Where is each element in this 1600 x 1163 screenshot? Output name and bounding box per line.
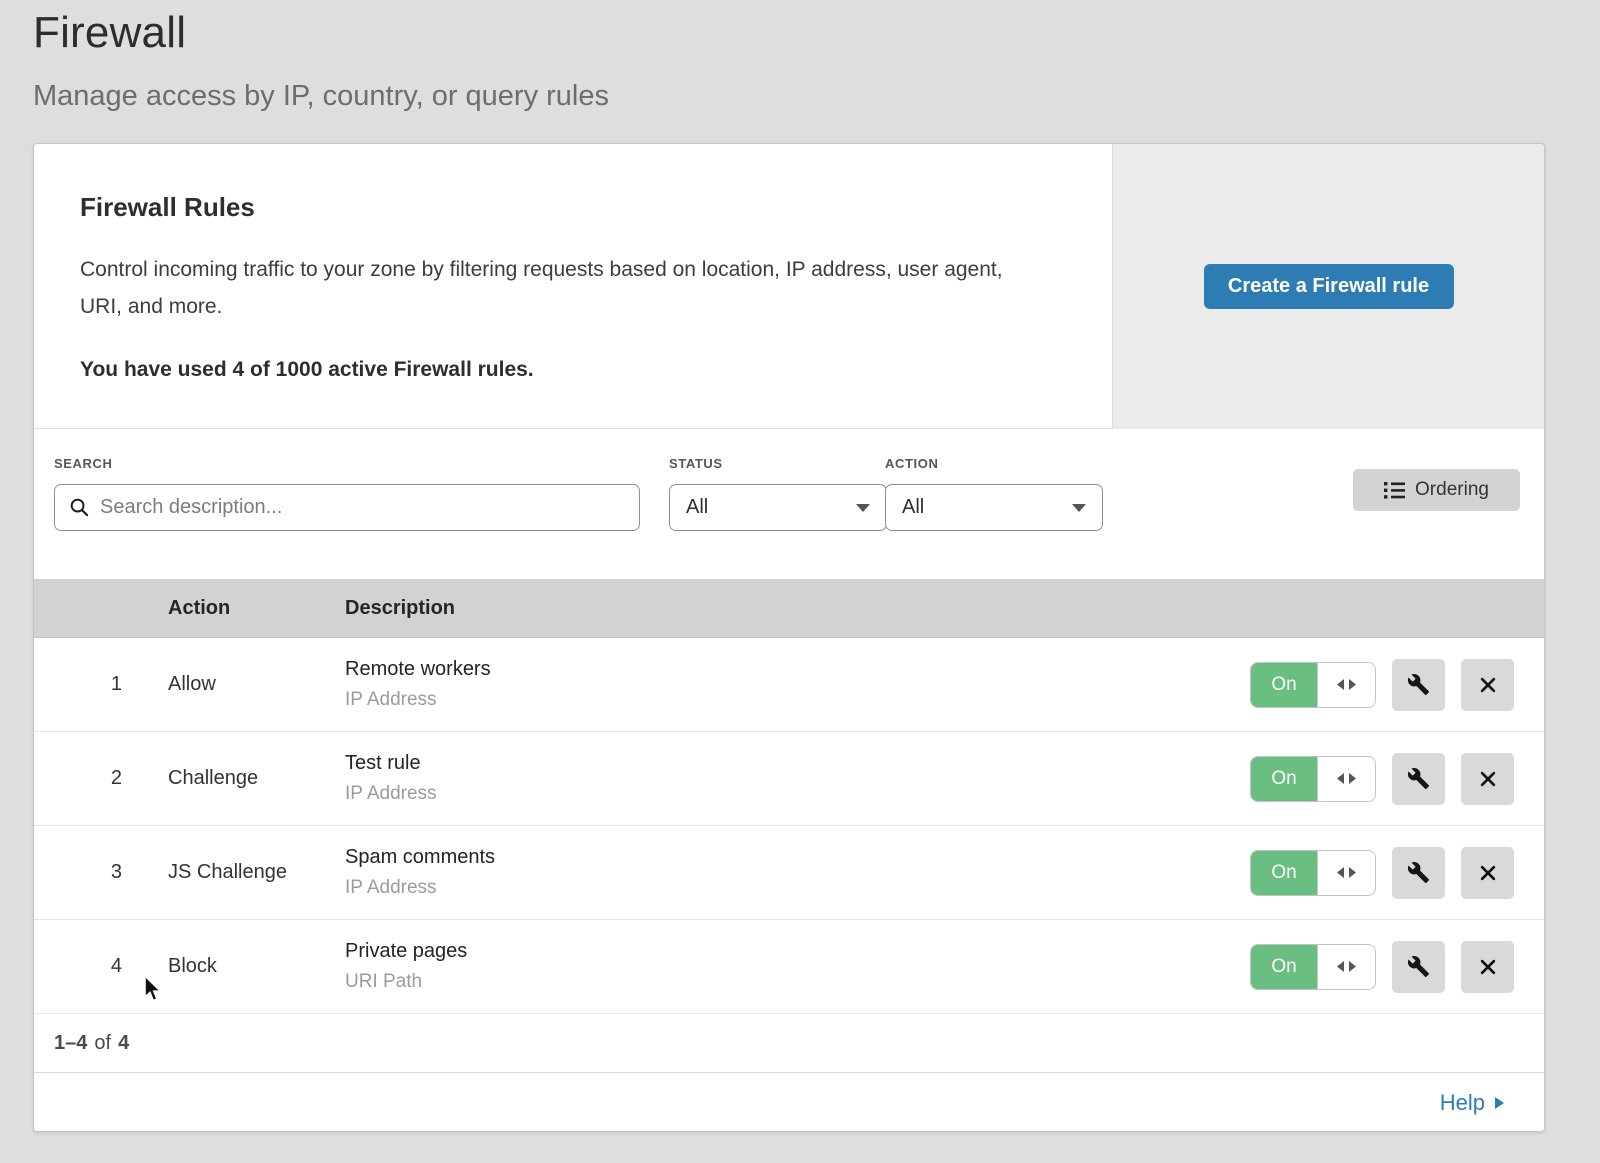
toggle-on-label: On <box>1251 945 1317 989</box>
page-header: Firewall Manage access by IP, country, o… <box>33 8 609 113</box>
rule-match-type: URI Path <box>345 971 1250 993</box>
firewall-rules-card: Firewall Rules Control incoming traffic … <box>33 143 1545 1132</box>
help-link[interactable]: Help <box>1440 1090 1504 1116</box>
rule-match-type: IP Address <box>345 877 1250 899</box>
ordering-button-label: Ordering <box>1415 479 1489 501</box>
table-header-row: Action Description <box>34 579 1544 638</box>
wrench-icon <box>1407 673 1430 696</box>
chevron-down-icon <box>856 504 870 512</box>
rule-description: Private pages <box>345 940 1250 963</box>
rule-enabled-toggle[interactable]: On <box>1250 850 1376 896</box>
rule-priority: 2 <box>34 767 122 790</box>
delete-rule-button[interactable] <box>1461 941 1514 993</box>
action-column-header: Action <box>168 597 345 620</box>
search-box[interactable] <box>54 484 640 531</box>
table-row: 3 JS Challenge Spam comments IP Address … <box>34 826 1544 920</box>
edit-rule-button[interactable] <box>1392 753 1445 805</box>
rule-enabled-toggle[interactable]: On <box>1250 944 1376 990</box>
rule-priority: 3 <box>34 861 122 884</box>
description-column-header: Description <box>345 597 1544 620</box>
toggle-handle[interactable] <box>1317 663 1375 707</box>
wrench-icon <box>1407 767 1430 790</box>
left-right-arrows-icon <box>1337 773 1356 784</box>
help-link-label: Help <box>1440 1090 1485 1116</box>
rule-description: Spam comments <box>345 846 1250 869</box>
left-right-arrows-icon <box>1337 867 1356 878</box>
rule-description: Test rule <box>345 752 1250 775</box>
filters-bar: SEARCH STATUS All ACTION All <box>34 429 1544 579</box>
card-footer: Help <box>34 1073 1544 1132</box>
table-row: 1 Allow Remote workers IP Address On <box>34 638 1544 732</box>
close-icon <box>1478 863 1498 883</box>
left-right-arrows-icon <box>1337 961 1356 972</box>
pagination-range: 1–4 <box>54 1032 87 1055</box>
arrow-right-icon <box>1495 1097 1504 1109</box>
wrench-icon <box>1407 955 1430 978</box>
rule-match-type: IP Address <box>345 689 1250 711</box>
card-heading: Firewall Rules <box>80 192 1070 223</box>
usage-summary: You have used 4 of 1000 active Firewall … <box>80 358 1070 382</box>
action-label: ACTION <box>885 456 1103 471</box>
ordering-button[interactable]: Ordering <box>1353 469 1520 511</box>
rule-action: Challenge <box>168 767 345 790</box>
rule-action: Block <box>168 955 345 978</box>
rule-action: JS Challenge <box>168 861 345 884</box>
create-rule-panel: Create a Firewall rule <box>1112 144 1544 429</box>
status-label: STATUS <box>669 456 887 471</box>
card-description: Control incoming traffic to your zone by… <box>80 251 1030 325</box>
rule-enabled-toggle[interactable]: On <box>1250 756 1376 802</box>
toggle-handle[interactable] <box>1317 945 1375 989</box>
toggle-on-label: On <box>1251 851 1317 895</box>
search-input[interactable] <box>100 496 625 519</box>
delete-rule-button[interactable] <box>1461 659 1514 711</box>
toggle-handle[interactable] <box>1317 851 1375 895</box>
close-icon <box>1478 769 1498 789</box>
card-intro-section: Firewall Rules Control incoming traffic … <box>34 144 1544 429</box>
rule-action: Allow <box>168 673 345 696</box>
toggle-on-label: On <box>1251 757 1317 801</box>
rule-description: Remote workers <box>345 658 1250 681</box>
rule-priority: 1 <box>34 673 122 696</box>
close-icon <box>1478 957 1498 977</box>
rule-enabled-toggle[interactable]: On <box>1250 662 1376 708</box>
delete-rule-button[interactable] <box>1461 847 1514 899</box>
pagination-total: 4 <box>118 1032 129 1055</box>
wrench-icon <box>1407 861 1430 884</box>
rule-priority: 4 <box>34 955 122 978</box>
toggle-handle[interactable] <box>1317 757 1375 801</box>
table-row: 2 Challenge Test rule IP Address On <box>34 732 1544 826</box>
page-subtitle: Manage access by IP, country, or query r… <box>33 80 609 113</box>
status-dropdown[interactable]: All <box>669 484 887 531</box>
create-firewall-rule-button[interactable]: Create a Firewall rule <box>1204 264 1454 309</box>
edit-rule-button[interactable] <box>1392 941 1445 993</box>
pagination-of: of <box>94 1032 111 1055</box>
toggle-on-label: On <box>1251 663 1317 707</box>
close-icon <box>1478 675 1498 695</box>
status-selected-value: All <box>686 496 708 519</box>
search-label: SEARCH <box>54 456 640 471</box>
action-selected-value: All <box>902 496 924 519</box>
edit-rule-button[interactable] <box>1392 659 1445 711</box>
ordered-list-icon <box>1384 482 1405 499</box>
rule-match-type: IP Address <box>345 783 1250 805</box>
chevron-down-icon <box>1072 504 1086 512</box>
left-right-arrows-icon <box>1337 679 1356 690</box>
action-dropdown[interactable]: All <box>885 484 1103 531</box>
pagination-row: 1–4 of 4 <box>34 1014 1544 1073</box>
table-row: 4 Block Private pages URI Path On <box>34 920 1544 1014</box>
page-title: Firewall <box>33 8 609 58</box>
edit-rule-button[interactable] <box>1392 847 1445 899</box>
delete-rule-button[interactable] <box>1461 753 1514 805</box>
search-icon <box>69 497 90 518</box>
